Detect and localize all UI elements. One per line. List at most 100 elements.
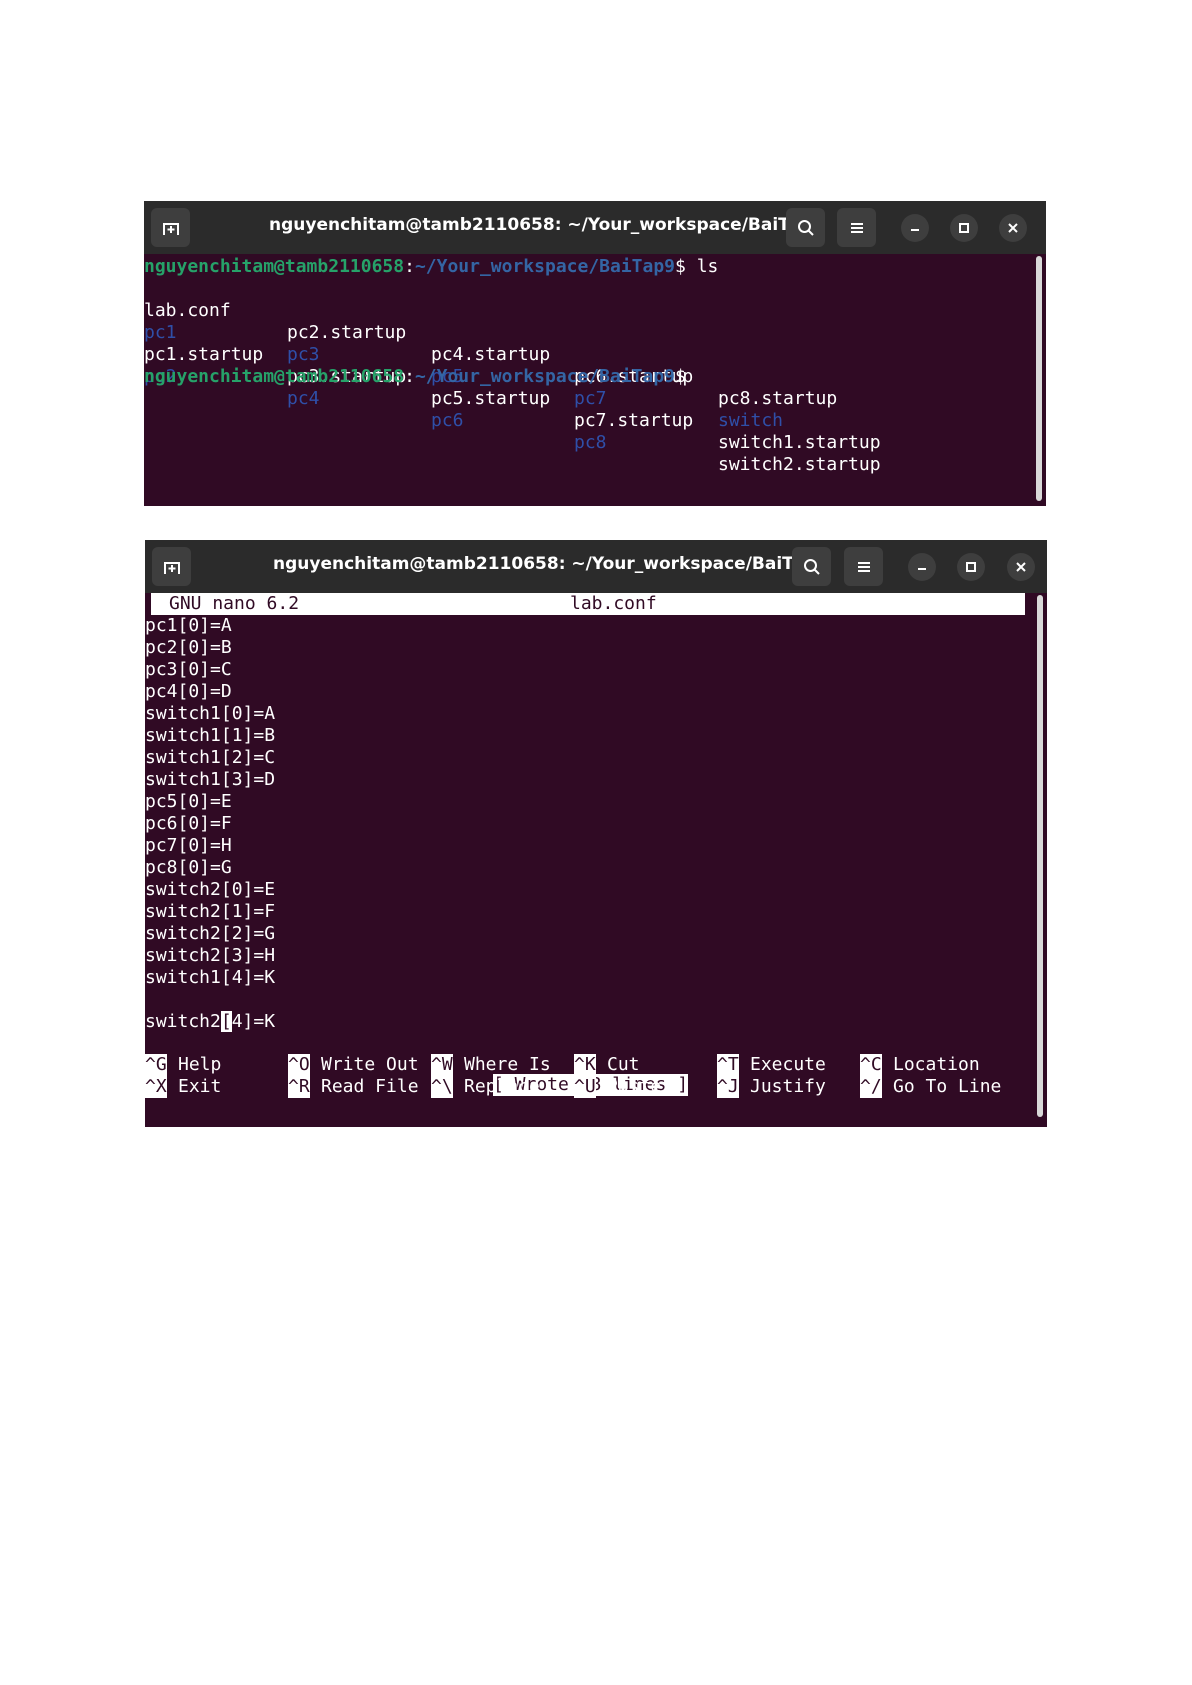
shortcut-label: Go To Line xyxy=(893,1076,1002,1097)
terminal-window-ls: nguyenchitam@tamb2110658: ~/Your_workspa… xyxy=(144,201,1046,506)
shortcut-label: Write Out xyxy=(321,1054,419,1075)
new-tab-icon xyxy=(162,222,179,235)
shortcut-label: Execute xyxy=(750,1054,826,1075)
ls-directory: pc3 xyxy=(287,344,320,365)
nano-header-bar: GNU nano 6.2 lab.conf xyxy=(151,593,1025,615)
prompt-user: nguyenchitam@tamb2110658 xyxy=(144,366,405,387)
menu-icon xyxy=(850,222,863,233)
text-cursor: [ xyxy=(220,1011,232,1032)
menu-button[interactable] xyxy=(844,547,883,586)
shortcut-label: Read File xyxy=(321,1076,419,1097)
window-title: nguyenchitam@tamb2110658: ~/Your_workspa… xyxy=(269,215,824,235)
file-line: switch2[1]=F xyxy=(145,901,276,922)
search-icon xyxy=(797,219,814,236)
ls-entry: switch2.startup xyxy=(718,454,881,475)
file-line: switch1[2]=C xyxy=(145,747,276,768)
window-title: nguyenchitam@tamb2110658: ~/Your_workspa… xyxy=(273,554,828,574)
shortcut-label: Exit xyxy=(178,1076,222,1097)
nano-file-name: lab.conf xyxy=(570,593,657,614)
file-line: switch2[3]=H xyxy=(145,945,276,966)
ls-row: pc1 pc3 pc5 pc7 switch xyxy=(144,300,783,431)
ls-entry: pc8.startup xyxy=(718,388,838,409)
maximize-icon xyxy=(966,562,976,572)
menu-icon xyxy=(857,561,870,572)
shortcut-key: ^/ xyxy=(860,1076,882,1098)
file-line: pc1[0]=A xyxy=(145,615,232,636)
shortcut-key: ^G xyxy=(145,1054,167,1076)
shortcut-key: ^W xyxy=(431,1054,453,1076)
shortcut-key: ^O xyxy=(288,1054,310,1076)
file-line: pc3[0]=C xyxy=(145,659,232,680)
file-line: pc6[0]=F xyxy=(145,813,232,834)
file-line: pc2[0]=B xyxy=(145,637,232,658)
ls-directory: pc8 xyxy=(574,432,607,453)
ls-row: pc2 pc4 pc6 pc8 switch2.startup xyxy=(144,344,881,475)
minimize-icon xyxy=(918,568,926,570)
shortcut-key: ^J xyxy=(717,1076,739,1098)
file-line: pc8[0]=G xyxy=(145,857,232,878)
shortcut-key: ^K xyxy=(574,1054,596,1076)
shortcut-label: Replace xyxy=(464,1076,540,1097)
ls-entry: switch1.startup xyxy=(718,432,881,453)
shortcut-key: ^R xyxy=(288,1076,310,1098)
terminal-window-nano: nguyenchitam@tamb2110658: ~/Your_workspa… xyxy=(145,540,1047,1127)
new-tab-icon xyxy=(163,561,180,574)
title-bar: nguyenchitam@tamb2110658: ~/Your_workspa… xyxy=(144,201,1046,254)
prompt-user: nguyenchitam@tamb2110658 xyxy=(144,256,405,277)
title-bar: nguyenchitam@tamb2110658: ~/Your_workspa… xyxy=(145,540,1047,593)
close-icon xyxy=(1016,562,1026,572)
file-line: switch2[0]=E xyxy=(145,879,276,900)
search-button[interactable] xyxy=(792,547,831,586)
file-line: switch1[1]=B xyxy=(145,725,276,746)
shortcut-key: ^U xyxy=(574,1076,596,1098)
new-tab-button[interactable] xyxy=(152,547,191,586)
shortcut-label: Cut xyxy=(607,1054,640,1075)
maximize-icon xyxy=(959,223,969,233)
scrollbar[interactable] xyxy=(1036,256,1042,501)
nano-editor[interactable]: GNU nano 6.2 lab.conf pc1[0]=A pc2[0]=B pc… xyxy=(145,593,1033,1127)
shortcut-key: ^C xyxy=(860,1054,882,1076)
shortcut-label: Where Is xyxy=(464,1054,551,1075)
ls-directory: switch xyxy=(718,410,784,431)
close-button[interactable] xyxy=(1007,553,1035,581)
shortcut-label: Help xyxy=(178,1054,222,1075)
menu-button[interactable] xyxy=(837,208,876,247)
minimize-icon xyxy=(911,229,919,231)
prompt-line: nguyenchitam@tamb2110658:~/Your_workspac… xyxy=(144,366,686,388)
minimize-button[interactable] xyxy=(908,553,936,581)
prompt-separator: : xyxy=(404,366,415,387)
file-line: pc4[0]=D xyxy=(145,681,232,702)
ls-directory: pc7 xyxy=(574,388,607,409)
ls-entry: pc4.startup xyxy=(431,344,551,365)
prompt-line: nguyenchitam@tamb2110658:~/Your_workspac… xyxy=(144,256,718,278)
shortcut-key: ^\ xyxy=(431,1076,453,1098)
file-line: pc7[0]=H xyxy=(145,835,232,856)
prompt-path: ~/Your_workspace/BaiTap9 xyxy=(414,366,676,387)
prompt-separator: : xyxy=(404,256,415,277)
prompt-path: ~/Your_workspace/BaiTap9 xyxy=(414,256,676,277)
close-button[interactable] xyxy=(999,214,1027,242)
terminal-output[interactable]: nguyenchitam@tamb2110658:~/Your_workspac… xyxy=(144,254,1032,506)
ls-directory: pc4 xyxy=(287,388,320,409)
maximize-button[interactable] xyxy=(950,214,978,242)
shortcut-label: Justify xyxy=(750,1076,826,1097)
file-line: switch1[0]=A xyxy=(145,703,276,724)
shortcut-key: ^X xyxy=(145,1076,167,1098)
ls-row: lab.conf pc2.startup pc4.startup pc6.sta… xyxy=(144,278,837,409)
file-line: switch1[4]=K xyxy=(145,967,276,988)
file-line-cursor: switch2[4]=K xyxy=(145,1011,275,1033)
shortcut-key: ^T xyxy=(717,1054,739,1076)
shortcut-label: Paste xyxy=(607,1076,662,1097)
new-tab-button[interactable] xyxy=(151,208,190,247)
maximize-button[interactable] xyxy=(957,553,985,581)
file-line: switch1[3]=D xyxy=(145,769,276,790)
shortcut-label: Location xyxy=(893,1054,980,1075)
prompt-symbol: $ xyxy=(675,366,686,387)
file-line: pc5[0]=E xyxy=(145,791,232,812)
file-line: switch2[2]=G xyxy=(145,923,276,944)
minimize-button[interactable] xyxy=(901,214,929,242)
command-text: ls xyxy=(685,256,719,277)
scrollbar[interactable] xyxy=(1037,595,1043,1117)
ls-entry: pc7.startup xyxy=(574,410,694,431)
search-button[interactable] xyxy=(786,208,825,247)
